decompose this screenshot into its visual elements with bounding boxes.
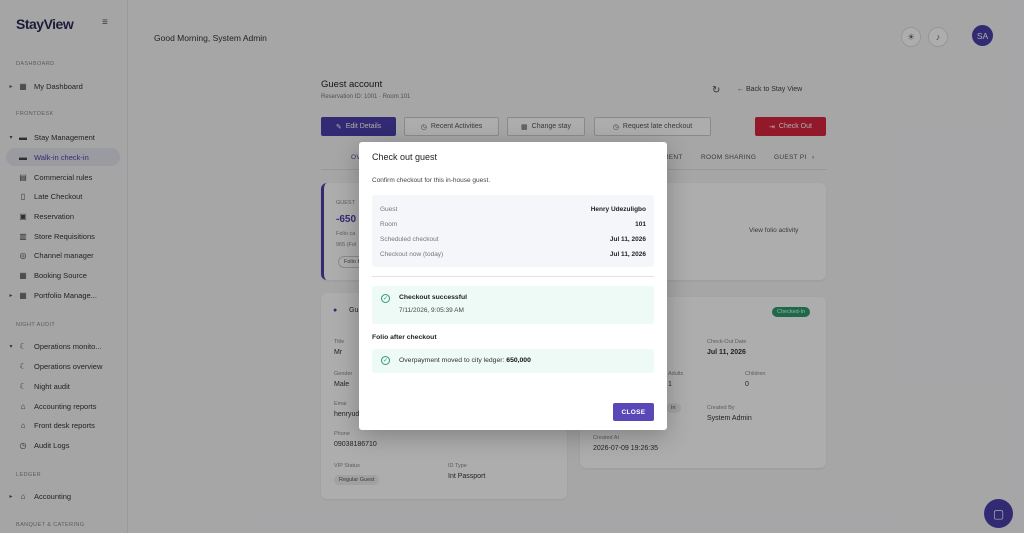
folio-overpayment-alert: ✓ Overpayment moved to city ledger: 650,…: [372, 349, 654, 373]
check-circle-icon: ✓: [381, 356, 390, 365]
checkout-dialog: Check out guest Confirm checkout for thi…: [359, 142, 667, 430]
dialog-description: Confirm checkout for this in-house guest…: [372, 177, 491, 184]
checkout-success-alert: ✓ Checkout successful 7/11/2026, 9:05:39…: [372, 286, 654, 324]
close-button[interactable]: CLOSE: [613, 403, 654, 421]
checkout-summary: Guest Henry Udezuligbo Room 101 Scheduled …: [372, 195, 654, 267]
summary-row-room: Room 101: [380, 220, 646, 228]
dialog-title: Check out guest: [372, 152, 438, 162]
divider: [372, 276, 654, 277]
check-circle-icon: ✓: [381, 294, 390, 303]
summary-row-checkout-now: Checkout now (today) Jul 11, 2026: [380, 250, 646, 258]
folio-after-checkout-heading: Folio after checkout: [372, 334, 437, 341]
summary-row-guest: Guest Henry Udezuligbo: [380, 205, 646, 213]
summary-row-scheduled: Scheduled checkout Jul 11, 2026: [380, 235, 646, 243]
